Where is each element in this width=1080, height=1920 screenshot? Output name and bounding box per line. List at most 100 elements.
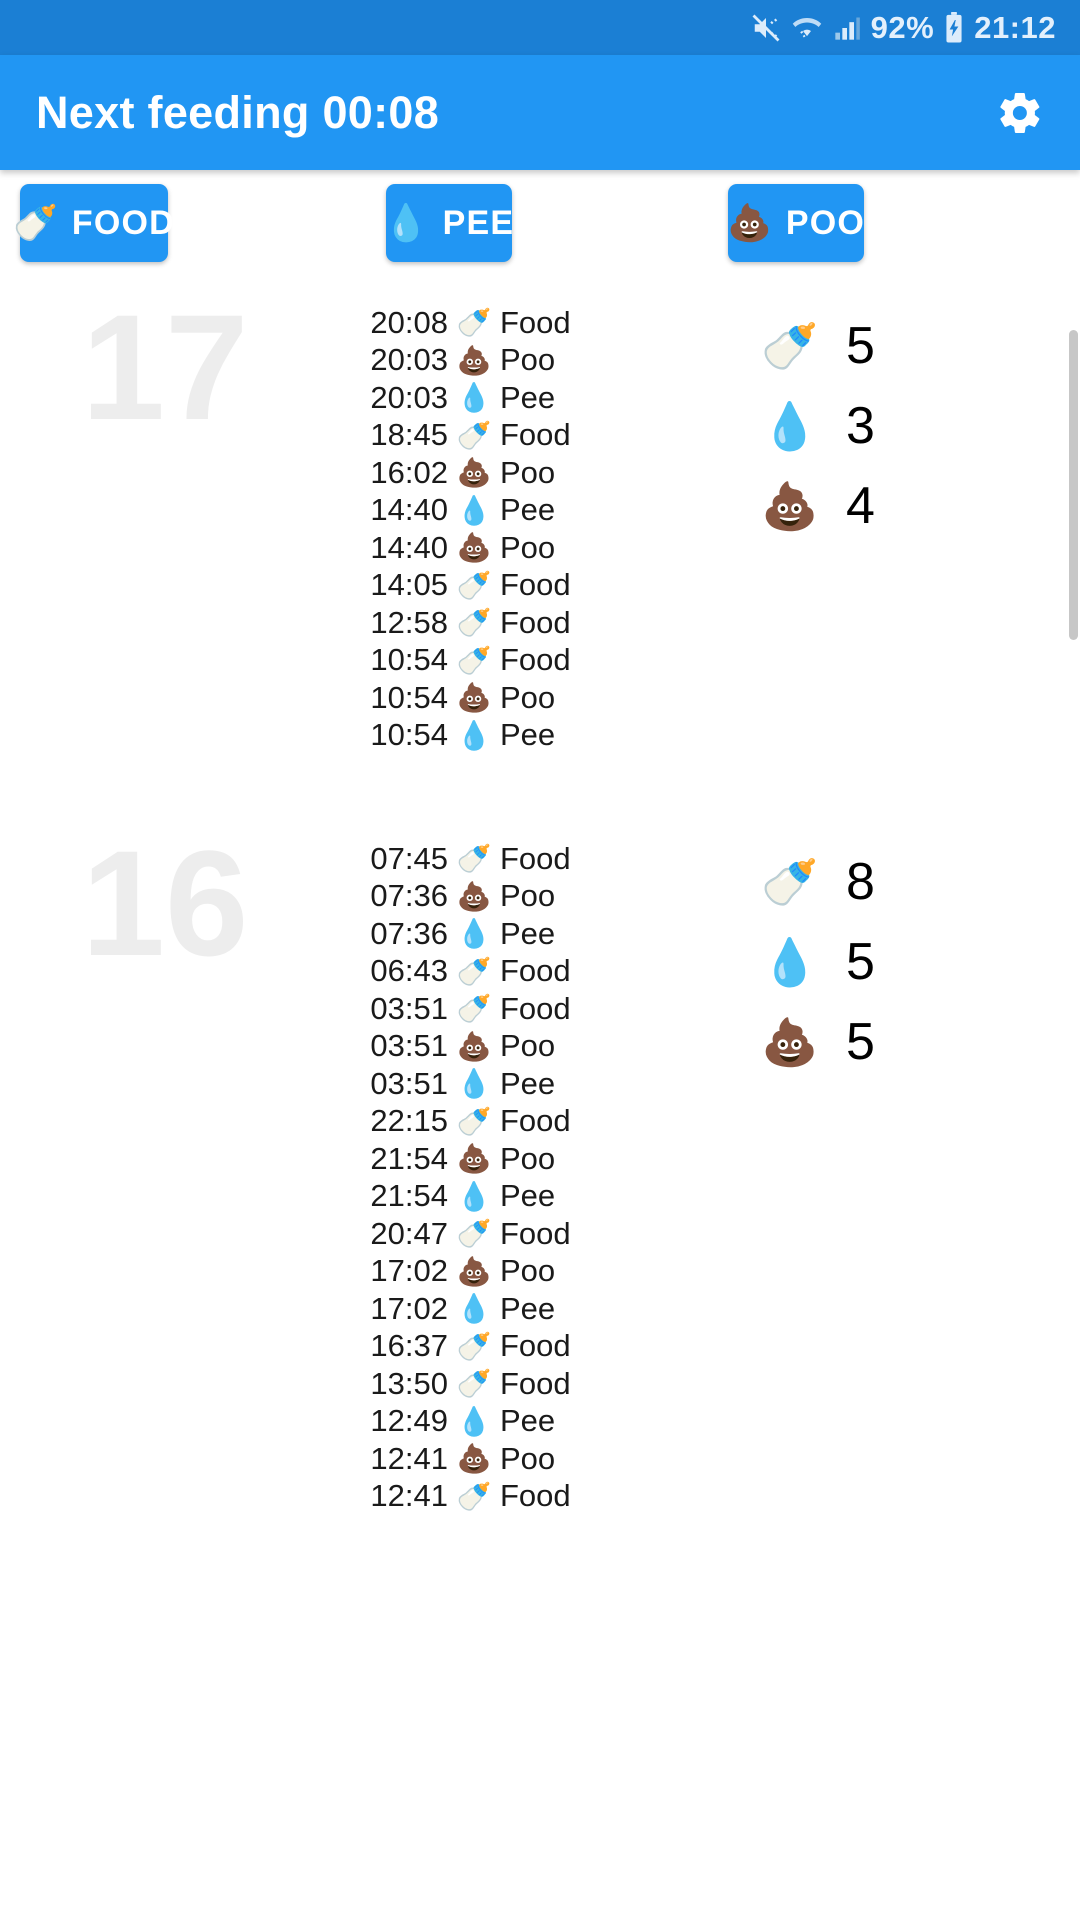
event-label: Food bbox=[500, 990, 571, 1026]
baby-bottle-icon: 🍼 bbox=[456, 644, 492, 676]
event-row[interactable]: 10:54 🍼 Food bbox=[330, 642, 730, 680]
event-row[interactable]: 16:02 💩 Poo bbox=[330, 454, 730, 492]
event-row[interactable]: 17:02 💩 Poo bbox=[330, 1253, 730, 1291]
event-time: 07:36 bbox=[370, 878, 448, 914]
event-label: Food bbox=[500, 1103, 571, 1139]
water-drop-icon: 💧 bbox=[456, 1293, 492, 1325]
activity-log-list[interactable]: 17 20:08 🍼 Food 20:03 💩 Poo 20:03 💧 Pee 18:45 🍼 Food… bbox=[0, 290, 1080, 1515]
event-row[interactable]: 12:41 💩 Poo bbox=[330, 1440, 730, 1478]
event-row[interactable]: 17:02 💧 Pee bbox=[330, 1290, 730, 1328]
event-time: 12:41 bbox=[370, 1440, 448, 1476]
event-label: Poo bbox=[500, 679, 556, 715]
event-row[interactable]: 03:51 💩 Poo bbox=[330, 1028, 730, 1066]
baby-bottle-icon: 🍼 bbox=[456, 419, 492, 451]
event-time: 20:03 bbox=[370, 379, 448, 415]
event-row[interactable]: 10:54 💩 Poo bbox=[330, 679, 730, 717]
summary-row: 💩 4 bbox=[758, 466, 1080, 546]
poop-icon: 💩 bbox=[456, 880, 492, 912]
day-number-label: 17 bbox=[81, 283, 249, 451]
summary-row: 💧 3 bbox=[758, 386, 1080, 466]
event-row[interactable]: 03:51 💧 Pee bbox=[330, 1065, 730, 1103]
event-row[interactable]: 13:50 🍼 Food bbox=[330, 1365, 730, 1403]
day-summary: 🍼 8 💧 5 💩 5 bbox=[730, 826, 1080, 1082]
event-label: Poo bbox=[500, 1140, 556, 1176]
water-drop-icon: 💧 bbox=[456, 1068, 492, 1100]
event-label: Poo bbox=[500, 1253, 556, 1289]
add-poo-button[interactable]: 💩 POO bbox=[727, 184, 864, 262]
poop-icon: 💩 bbox=[761, 479, 819, 532]
event-row[interactable]: 06:43 🍼 Food bbox=[330, 953, 730, 991]
water-drop-icon: 💧 bbox=[456, 494, 492, 526]
event-row[interactable]: 10:54 💧 Pee bbox=[330, 717, 730, 755]
event-time: 21:54 bbox=[370, 1140, 448, 1176]
event-time: 16:37 bbox=[370, 1328, 448, 1364]
event-label: Poo bbox=[500, 529, 556, 565]
event-label: Poo bbox=[500, 342, 556, 378]
wifi-icon bbox=[791, 13, 823, 43]
event-time: 12:58 bbox=[370, 604, 448, 640]
event-time: 14:40 bbox=[370, 529, 448, 565]
event-label: Pee bbox=[500, 717, 556, 753]
add-pee-button[interactable]: 💧 PEE bbox=[384, 184, 515, 262]
event-time: 03:51 bbox=[370, 1065, 448, 1101]
water-drop-icon: 💧 bbox=[456, 1180, 492, 1212]
event-row[interactable]: 12:58 🍼 Food bbox=[330, 604, 730, 642]
gear-icon[interactable] bbox=[996, 89, 1044, 137]
event-label: Food bbox=[500, 1478, 571, 1514]
event-row[interactable]: 16:37 🍼 Food bbox=[330, 1328, 730, 1366]
day-group: 16 07:45 🍼 Food 07:36 💩 Poo 07:36 💧 Pee 06:43 🍼 Food… bbox=[0, 826, 1080, 1515]
event-row[interactable]: 07:36 💩 Poo bbox=[330, 878, 730, 916]
event-row[interactable]: 12:41 🍼 Food bbox=[330, 1478, 730, 1516]
add-pee-button-label: PEE bbox=[442, 203, 515, 242]
summary-count: 5 bbox=[846, 1013, 875, 1071]
event-time: 21:54 bbox=[370, 1178, 448, 1214]
event-time: 10:54 bbox=[370, 679, 448, 715]
event-row[interactable]: 14:40 💧 Pee bbox=[330, 492, 730, 530]
event-label: Poo bbox=[500, 1440, 556, 1476]
event-label: Food bbox=[500, 642, 571, 678]
event-time: 12:41 bbox=[370, 1478, 448, 1514]
poop-icon: 💩 bbox=[456, 1143, 492, 1175]
status-bar: 92% 21:12 bbox=[0, 0, 1080, 55]
summary-row: 🍼 8 bbox=[758, 842, 1080, 922]
event-row[interactable]: 21:54 💧 Pee bbox=[330, 1178, 730, 1216]
baby-bottle-icon: 🍼 bbox=[456, 1218, 492, 1250]
scrollbar-thumb[interactable] bbox=[1069, 330, 1078, 640]
event-time: 14:40 bbox=[370, 492, 448, 528]
event-row[interactable]: 20:47 🍼 Food bbox=[330, 1215, 730, 1253]
cellular-signal-icon bbox=[833, 14, 861, 42]
event-row[interactable]: 20:03 💩 Poo bbox=[330, 342, 730, 380]
event-row[interactable]: 03:51 🍼 Food bbox=[330, 990, 730, 1028]
event-time: 20:08 bbox=[370, 304, 448, 340]
event-time: 20:03 bbox=[370, 342, 448, 378]
event-row[interactable]: 21:54 💩 Poo bbox=[330, 1140, 730, 1178]
event-label: Food bbox=[500, 567, 571, 603]
event-time: 07:45 bbox=[370, 840, 448, 876]
event-row[interactable]: 07:45 🍼 Food bbox=[330, 840, 730, 878]
event-label: Food bbox=[500, 417, 571, 453]
event-row[interactable]: 22:15 🍼 Food bbox=[330, 1103, 730, 1141]
event-time: 13:50 bbox=[370, 1365, 448, 1401]
event-row[interactable]: 07:36 💧 Pee bbox=[330, 915, 730, 953]
event-label: Pee bbox=[500, 915, 556, 951]
poop-icon: 💩 bbox=[456, 344, 492, 376]
event-label: Pee bbox=[500, 1403, 556, 1439]
event-row[interactable]: 20:03 💧 Pee bbox=[330, 379, 730, 417]
event-time: 10:54 bbox=[370, 717, 448, 753]
add-food-button[interactable]: 🍼 FOOD bbox=[13, 184, 174, 262]
event-row[interactable]: 18:45 🍼 Food bbox=[330, 417, 730, 455]
baby-bottle-icon: 🍼 bbox=[456, 993, 492, 1025]
event-label: Poo bbox=[500, 1028, 556, 1064]
water-drop-icon: 💧 bbox=[456, 918, 492, 950]
event-row[interactable]: 20:08 🍼 Food bbox=[330, 304, 730, 342]
event-time: 17:02 bbox=[370, 1290, 448, 1326]
day-event-list: 20:08 🍼 Food 20:03 💩 Poo 20:03 💧 Pee 18:45 🍼 Food 16… bbox=[330, 290, 730, 754]
baby-bottle-icon: 🍼 bbox=[761, 855, 819, 908]
event-time: 14:05 bbox=[370, 567, 448, 603]
event-row[interactable]: 12:49 💧 Pee bbox=[330, 1403, 730, 1441]
water-drop-icon: 💧 bbox=[761, 935, 819, 988]
event-row[interactable]: 14:05 🍼 Food bbox=[330, 567, 730, 605]
event-label: Food bbox=[500, 304, 571, 340]
event-time: 16:02 bbox=[370, 454, 448, 490]
event-row[interactable]: 14:40 💩 Poo bbox=[330, 529, 730, 567]
